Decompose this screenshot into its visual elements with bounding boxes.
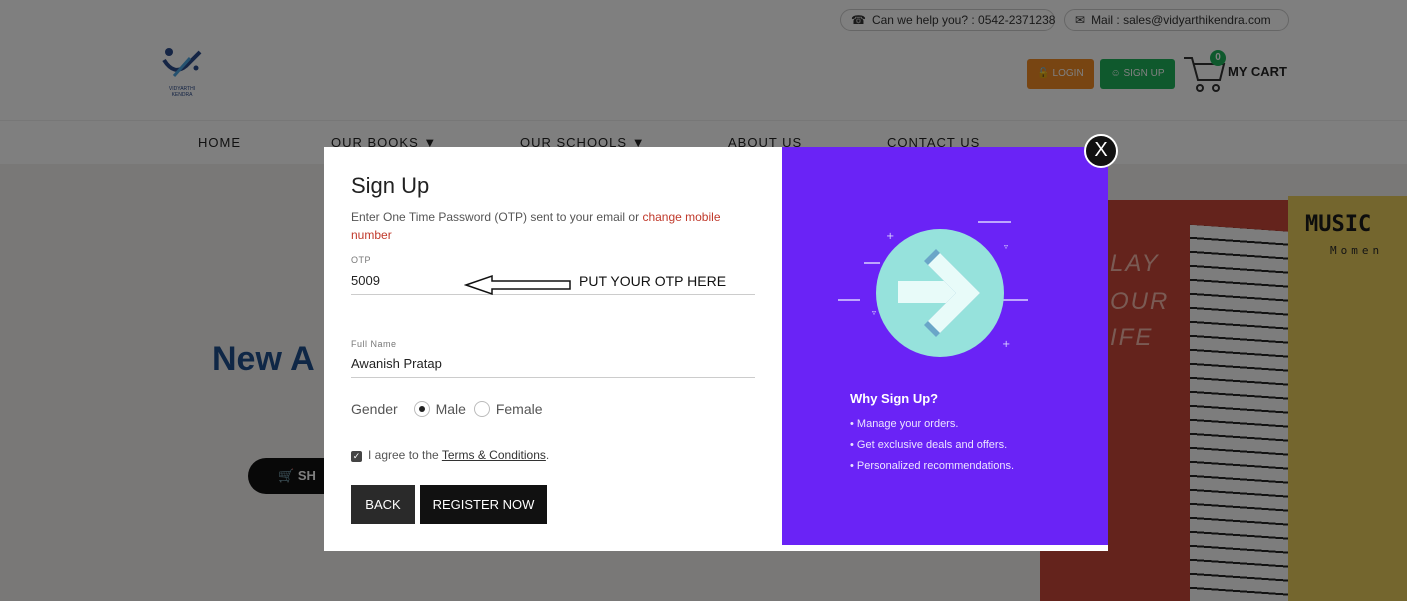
why-signup-panel: + + ▿ ▿ Why Sign Up? • Manage your order…: [782, 147, 1108, 545]
svg-text:+: +: [886, 231, 894, 242]
arrow-circle-illustration: + + ▿ ▿: [838, 221, 1028, 357]
modal-title: Sign Up: [351, 173, 430, 198]
gender-female-label[interactable]: Female: [496, 401, 543, 417]
list-item: • Get exclusive deals and offers.: [850, 439, 1008, 451]
left-arrow-icon: [464, 274, 571, 296]
otp-instructions: Enter One Time Password (OTP) sent to yo…: [351, 208, 761, 244]
close-modal-button[interactable]: X: [1084, 134, 1118, 168]
back-button[interactable]: BACK: [351, 485, 415, 524]
fullname-label: Full Name: [351, 339, 397, 349]
otp-instructions-text: Enter One Time Password (OTP) sent to yo…: [351, 210, 643, 224]
gender-label: Gender: [351, 401, 398, 417]
fullname-underline: [351, 377, 755, 378]
why-signup-title: Why Sign Up?: [850, 391, 939, 406]
signup-modal: Sign Up Enter One Time Password (OTP) se…: [324, 147, 1108, 551]
fullname-input[interactable]: Awanish Pratap: [351, 356, 442, 371]
otp-annotation: PUT YOUR OTP HERE: [579, 273, 727, 289]
otp-input[interactable]: 5009: [351, 273, 380, 288]
otp-label: OTP: [351, 255, 372, 265]
list-item: • Personalized recommendations.: [850, 460, 1015, 472]
gender-male-label[interactable]: Male: [436, 401, 466, 417]
svg-text:▿: ▿: [1004, 242, 1008, 251]
terms-agreement: ✓ I agree to the Terms & Conditions.: [351, 448, 549, 462]
why-signup-list: • Manage your orders. • Get exclusive de…: [850, 414, 1014, 477]
agree-prefix: I agree to the: [368, 448, 442, 462]
svg-text:▿: ▿: [872, 308, 876, 317]
list-item: • Manage your orders.: [850, 418, 959, 430]
register-now-button[interactable]: REGISTER NOW: [420, 485, 547, 524]
gender-male-radio[interactable]: [413, 401, 430, 417]
gender-female-radio[interactable]: [473, 401, 490, 417]
agree-checkbox[interactable]: ✓: [351, 451, 362, 462]
gender-group: Gender Male Female: [351, 401, 543, 417]
agree-suffix: .: [545, 448, 550, 462]
terms-link[interactable]: Terms & Conditions: [442, 448, 546, 462]
close-icon: X: [1094, 139, 1108, 161]
svg-text:+: +: [1002, 339, 1010, 350]
